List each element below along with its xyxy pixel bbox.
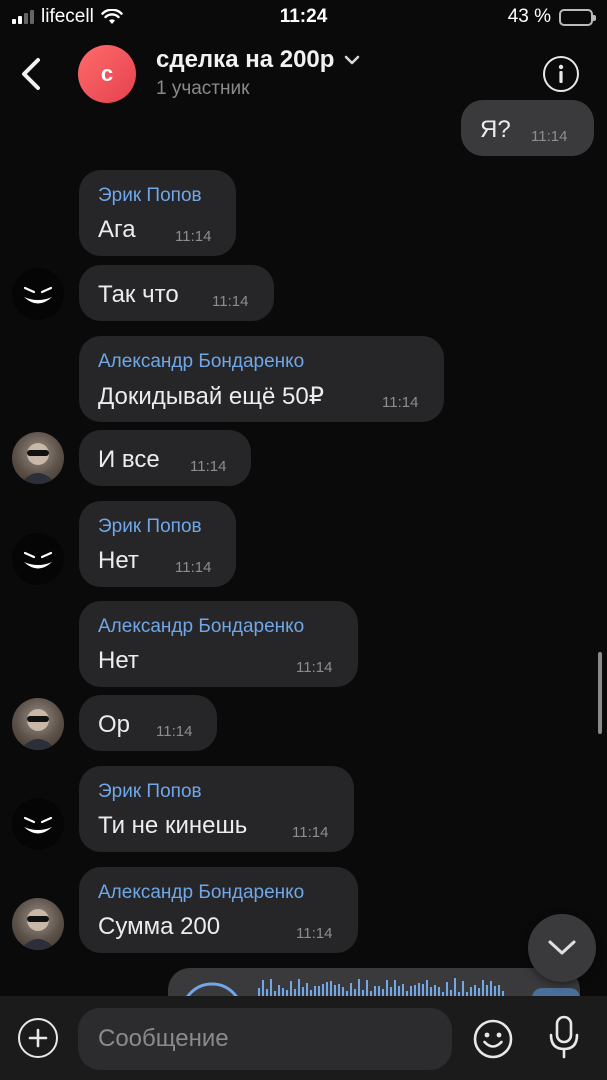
avatar-photo <box>20 909 56 950</box>
message-bubble[interactable]: Эрик Попов Ти не кинешь 11:14 <box>79 766 354 852</box>
message-time: 11:14 <box>212 293 249 310</box>
sender-name: Александр Бондаренко <box>98 616 305 637</box>
chevron-down-icon <box>548 940 576 955</box>
plus-icon <box>28 1028 48 1048</box>
message-bubble[interactable]: Эрик Попов Ага 11:14 <box>79 170 236 256</box>
message-time: 11:14 <box>292 824 329 841</box>
waveform-bar <box>454 978 456 998</box>
microphone-button[interactable] <box>546 1014 582 1060</box>
message-list[interactable]: Я? 11:14 Эрик Попов Ага 11:14 Так что 11… <box>0 100 607 1002</box>
sender-name: Александр Бондаренко <box>98 882 305 903</box>
avatar-photo <box>20 709 56 750</box>
avatar[interactable] <box>12 898 64 950</box>
grin-face-icon <box>23 551 53 569</box>
chevron-down-icon <box>345 55 360 65</box>
message-bubble[interactable]: Александр Бондаренко Сумма 200 11:14 <box>79 867 358 953</box>
message-text: Так что <box>98 281 179 308</box>
message-text: Нет <box>98 647 139 674</box>
message-text: Ти не кинешь <box>98 812 248 839</box>
info-button[interactable] <box>543 56 579 92</box>
message-time: 11:14 <box>190 458 227 475</box>
chat-screen: lifecell 11:24 43 % с сделка на 200р 1 у… <box>0 0 607 1080</box>
message-time: 11:14 <box>531 128 568 145</box>
message-time: 11:14 <box>296 925 333 942</box>
scroll-down-button[interactable] <box>528 914 596 982</box>
message-text: Нет <box>98 547 139 574</box>
status-right: 43 % <box>507 6 596 28</box>
message-bubble[interactable]: Эрик Попов Нет 11:14 <box>79 501 236 587</box>
sender-name: Эрик Попов <box>98 516 202 537</box>
grin-face-icon <box>23 816 53 834</box>
message-text: Ор <box>98 711 131 738</box>
sender-name: Эрик Попов <box>98 185 202 206</box>
avatar[interactable] <box>12 533 64 585</box>
chat-avatar-letter: с <box>100 61 114 86</box>
avatar-photo <box>20 443 56 484</box>
message-bubble[interactable]: И все 11:14 <box>79 430 251 486</box>
attach-button[interactable] <box>18 1018 58 1058</box>
emoji-icon <box>473 1019 513 1059</box>
chat-avatar[interactable]: с <box>78 45 136 103</box>
sender-name: Александр Бондаренко <box>98 351 305 372</box>
composer-bar <box>0 996 607 1080</box>
avatar[interactable] <box>12 432 64 484</box>
message-time: 11:14 <box>156 723 193 740</box>
message-bubble[interactable]: Александр Бондаренко Докидывай ещё 50₽ 1… <box>79 336 444 422</box>
battery-icon <box>559 8 596 26</box>
message-text: Сумма 200 <box>98 913 221 940</box>
message-bubble[interactable]: Так что 11:14 <box>79 265 274 321</box>
grin-face-icon <box>23 286 53 304</box>
avatar[interactable] <box>12 798 64 850</box>
avatar[interactable] <box>12 698 64 750</box>
message-time: 11:14 <box>382 394 419 411</box>
back-button[interactable] <box>14 52 48 96</box>
back-arrow-icon <box>22 58 40 90</box>
message-text: И все <box>98 446 160 473</box>
message-time: 11:14 <box>296 659 333 676</box>
sender-name: Эрик Попов <box>98 781 202 802</box>
message-time: 11:14 <box>175 559 212 576</box>
battery-percent: 43 % <box>507 6 551 27</box>
chat-subtitle: 1 участник <box>156 78 250 99</box>
info-icon <box>558 64 564 83</box>
message-bubble[interactable]: Ор 11:14 <box>79 695 217 751</box>
outgoing-message[interactable]: Я? 11:14 <box>461 100 594 156</box>
scrollbar[interactable] <box>598 652 602 734</box>
emoji-button[interactable] <box>472 1018 514 1060</box>
avatar[interactable] <box>12 268 64 320</box>
message-time: 11:14 <box>175 228 212 245</box>
microphone-icon <box>549 1015 579 1059</box>
message-bubble[interactable]: Александр Бондаренко Нет 11:14 <box>79 601 358 687</box>
message-text: Докидывай ещё 50₽ <box>98 383 325 410</box>
chat-title-button[interactable]: сделка на 200р <box>156 46 360 74</box>
message-text: Я? <box>480 116 511 143</box>
message-input[interactable] <box>78 1008 452 1070</box>
chat-title: сделка на 200р <box>156 46 335 73</box>
message-text: Ага <box>98 216 136 243</box>
status-bar: lifecell 11:24 43 % <box>0 0 607 34</box>
